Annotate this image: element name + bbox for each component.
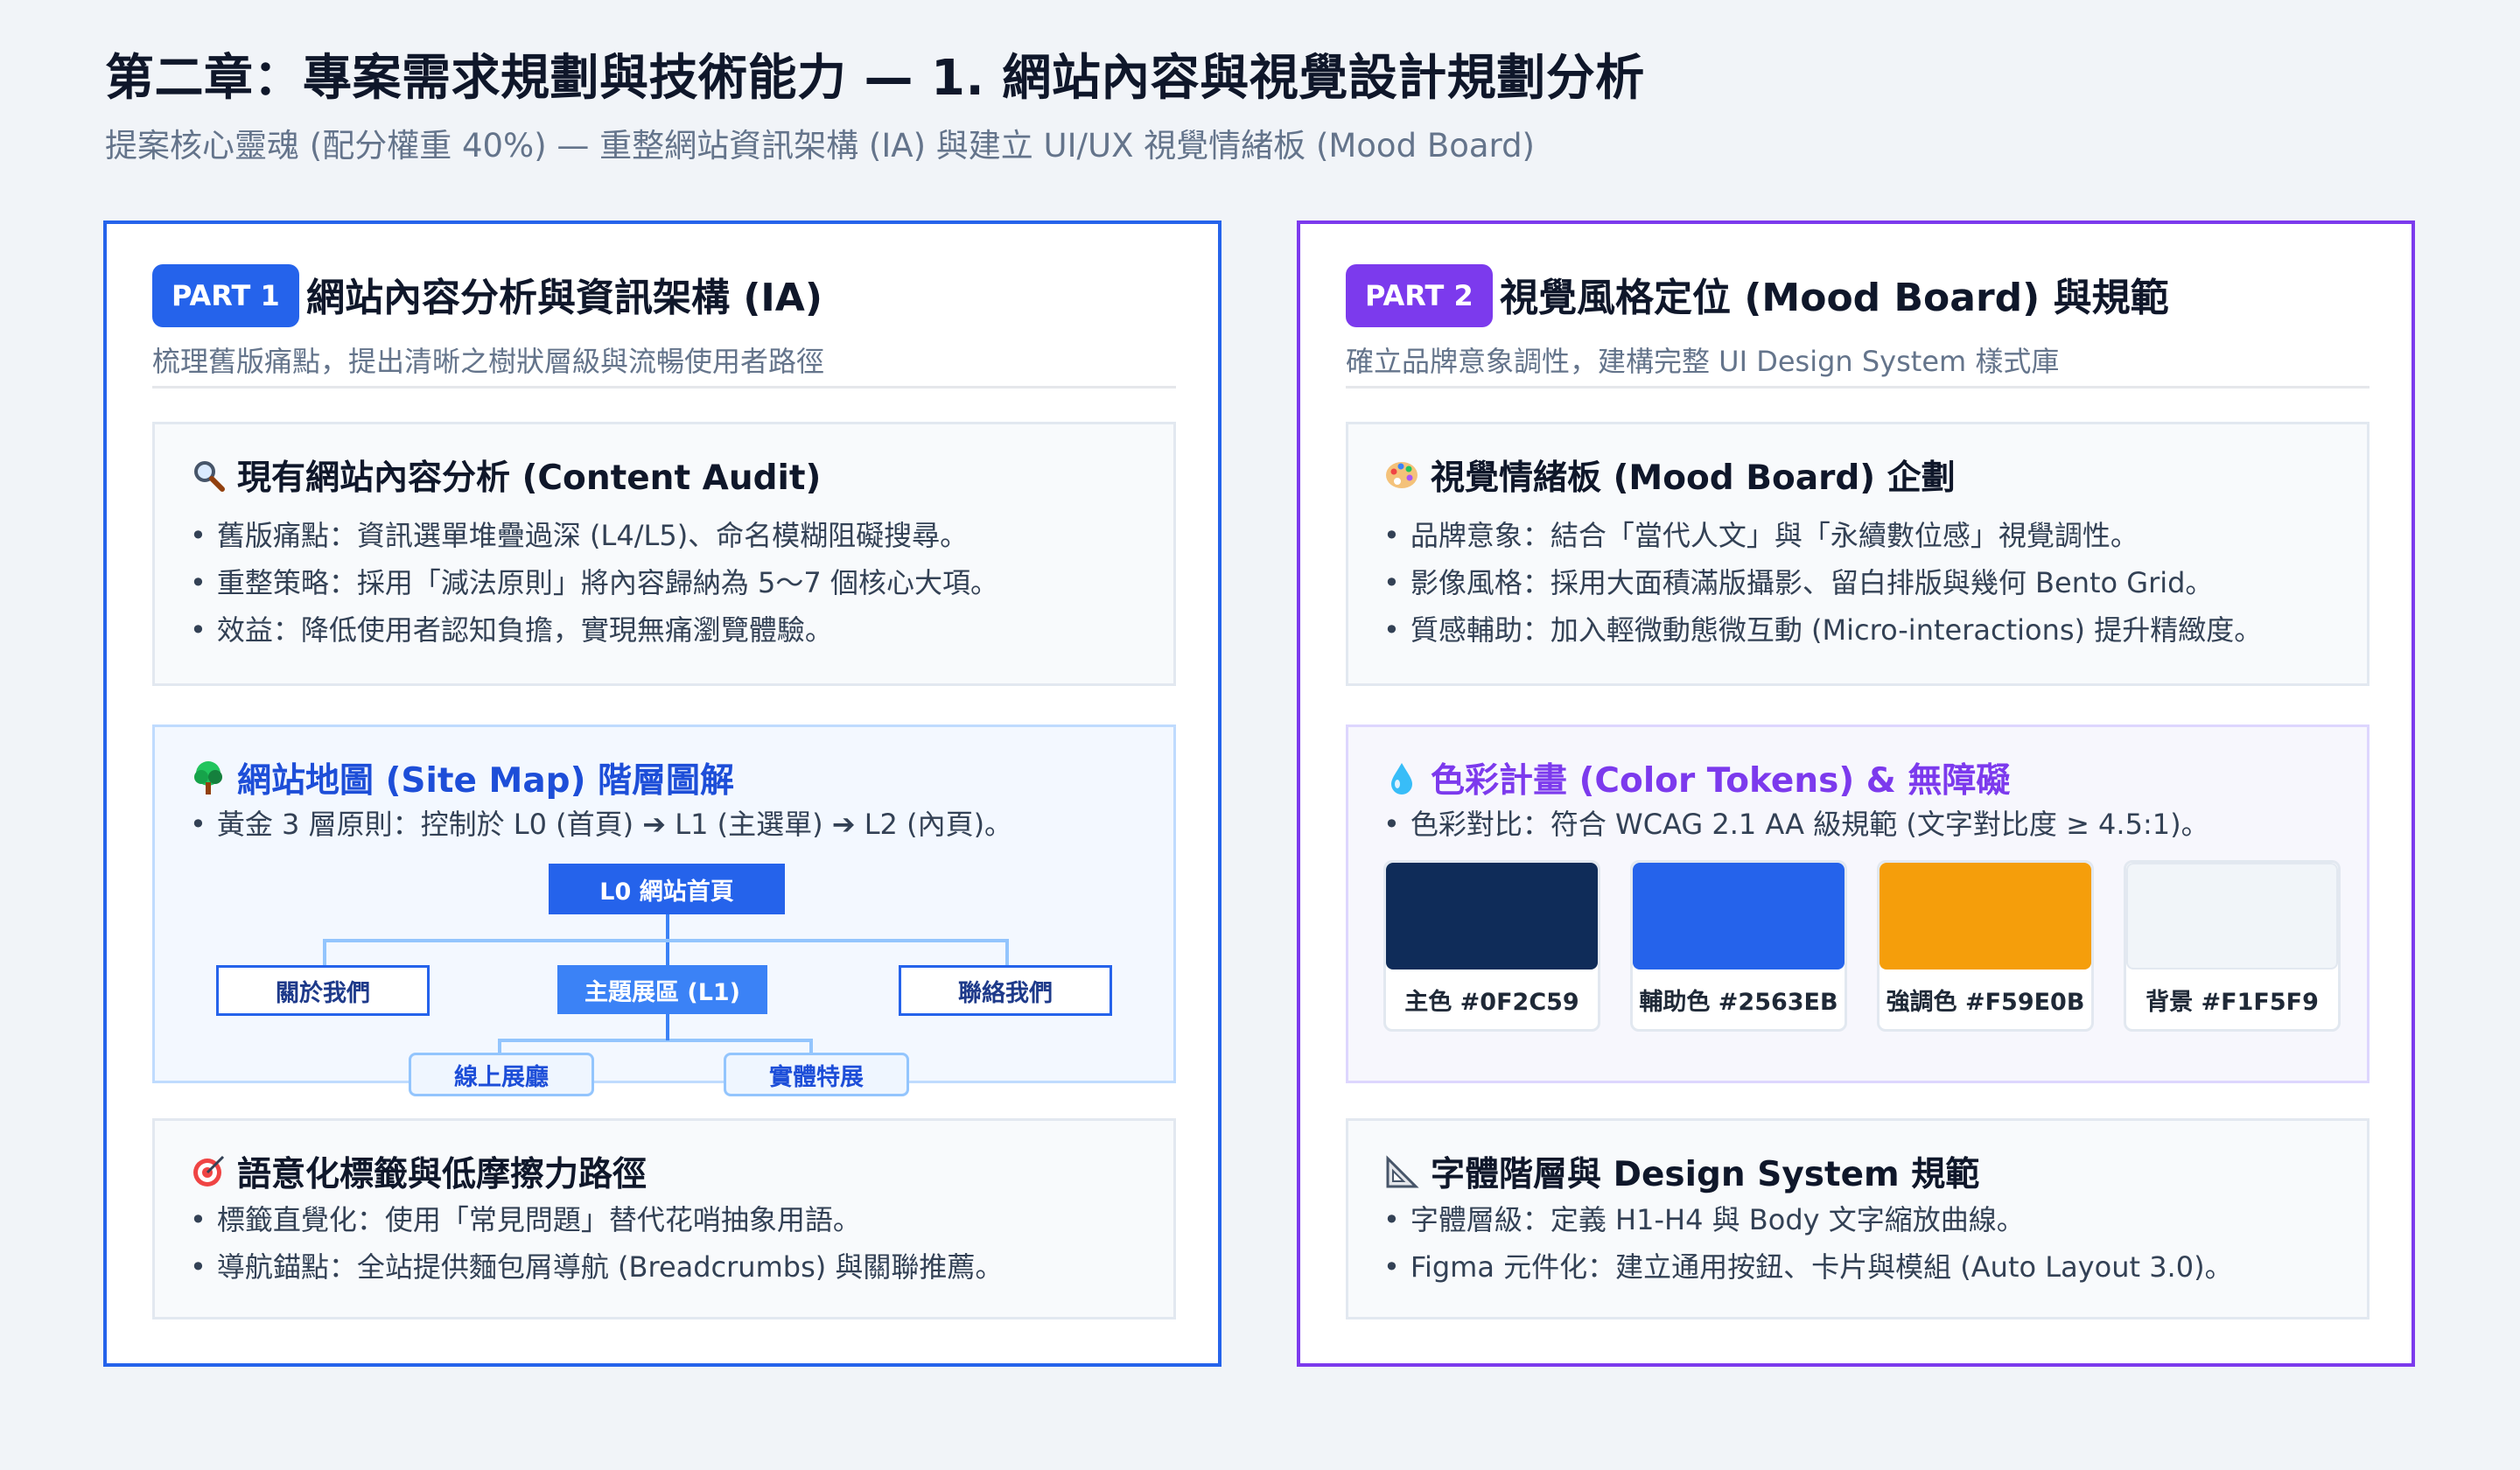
list-item: 重整策略：採用「減法原則」將內容歸納為 5～7 個核心大項。 — [190, 559, 998, 606]
part2-panel: PART 2 視覺風格定位 (Mood Board) 與規範 確立品牌意象調性，… — [1297, 220, 2415, 1367]
connector-l2-bar — [498, 1039, 813, 1042]
list-item: 舊版痛點：資訊選單堆疊過深 (L4/L5)、命名模糊阻礙搜尋。 — [190, 512, 998, 559]
swatch-accent-label: 強調色 #F59E0B — [1886, 988, 2085, 1016]
moodboard-heading: 視覺情緒板 (Mood Board) 企劃 — [1383, 451, 1956, 500]
triangle-ruler-icon — [1383, 1153, 1420, 1190]
moodboard-title: 視覺情緒板 (Mood Board) 企劃 — [1431, 458, 1956, 498]
typography-list: 字體層級：定義 H1-H4 與 Body 文字縮放曲線。 Figma 元件化：建… — [1383, 1196, 2233, 1291]
swatch-primary-label: 主色 #0F2C59 — [1404, 988, 1579, 1016]
semantic-path-title: 語意化標籤與低摩擦力路徑 — [237, 1155, 648, 1194]
part1-panel: PART 1 網站內容分析與資訊架構 (IA) 梳理舊版痛點，提出清晰之樹狀層級… — [103, 220, 1222, 1367]
swatch-background-color — [2126, 863, 2338, 970]
page: 第二章：專案需求規劃與技術能力 — 1. 網站內容與視覺設計規劃分析 提案核心靈… — [0, 0, 2520, 1470]
connector-l1-to-l2 — [666, 1012, 669, 1040]
droplet-icon — [1383, 760, 1420, 796]
color-tokens-list: 色彩對比：符合 WCAG 2.1 AA 級規範 (文字對比度 ≥ 4.5:1)。 — [1383, 801, 2209, 848]
sitemap-node-physical: 實體特展 — [724, 1053, 909, 1096]
sitemap-card: 網站地圖 (Site Map) 階層圖解 黃金 3 層原則：控制於 L0 (首頁… — [152, 724, 1179, 1096]
content-audit-heading: 現有網站內容分析 (Content Audit) — [190, 451, 821, 500]
target-icon — [190, 1153, 227, 1190]
typography-heading: 字體階層與 Design System 規範 — [1383, 1147, 1979, 1196]
list-item: 品牌意象：結合「當代人文」與「永續數位感」視覺調性。 — [1383, 512, 2262, 559]
part2-header: PART 2 視覺風格定位 (Mood Board) 與規範 確立品牌意象調性，… — [1346, 264, 2370, 388]
list-item: 字體層級：定義 H1-H4 與 Body 文字縮放曲線。 — [1383, 1196, 2233, 1243]
typography-title: 字體階層與 Design System 規範 — [1431, 1155, 1980, 1194]
list-item: 導航錨點：全站提供麵包屑導航 (Breadcrumbs) 與關聯推薦。 — [190, 1243, 1004, 1291]
part1-badge: PART 1 — [152, 264, 299, 327]
swatch-accent: 強調色 #F59E0B — [1877, 860, 2094, 1032]
palette-icon — [1383, 457, 1420, 494]
moodboard-list: 品牌意象：結合「當代人文」與「永續數位感」視覺調性。 影像風格：採用大面積滿版攝… — [1383, 512, 2262, 654]
swatch-accent-color — [1880, 863, 2091, 970]
moodboard-card: 視覺情緒板 (Mood Board) 企劃 品牌意象：結合「當代人文」與「永續數… — [1346, 422, 2370, 686]
sitemap-node-about: 關於我們 — [216, 965, 430, 1016]
semantic-path-heading: 語意化標籤與低摩擦力路徑 — [190, 1147, 647, 1196]
swatch-secondary: 輔助色 #2563EB — [1630, 860, 1847, 1032]
swatch-secondary-color — [1633, 863, 1844, 970]
typography-card: 字體階層與 Design System 規範 字體層級：定義 H1-H4 與 B… — [1346, 1118, 2370, 1320]
list-item: 標籤直覺化：使用「常見問題」替代花哨抽象用語。 — [190, 1196, 1003, 1243]
page-title: 第二章：專案需求規劃與技術能力 — 1. 網站內容與視覺設計規劃分析 — [105, 50, 1645, 107]
part2-title: 視覺風格定位 (Mood Board) 與規範 — [1500, 276, 2169, 320]
part1-title: 網站內容分析與資訊架構 (IA) — [306, 276, 822, 320]
swatch-secondary-label: 輔助色 #2563EB — [1639, 988, 1838, 1016]
swatch-background-label: 背景 #F1F5F9 — [2146, 988, 2319, 1016]
page-subtitle: 提案核心靈魂 (配分權重 40%) — 重整網站資訊架構 (IA) 與建立 UI… — [105, 127, 1535, 164]
magnifier-icon — [190, 457, 227, 494]
list-item: 質感輔助：加入輕微動態微互動 (Micro-interactions) 提升精緻… — [1383, 606, 2262, 654]
swatch-primary-color — [1386, 863, 1598, 970]
swatch-primary: 主色 #0F2C59 — [1383, 860, 1600, 1032]
sitemap-node-contact: 聯絡我們 — [899, 965, 1112, 1016]
list-item: Figma 元件化：建立通用按鈕、卡片與模組 (Auto Layout 3.0)… — [1383, 1243, 2233, 1291]
sitemap-diagram: L0 網站首頁 關於我們 主題展區 (L1) 聯絡我們 線上展廳 實體特展 — [155, 727, 1179, 1096]
sitemap-node-online: 線上展廳 — [409, 1053, 594, 1096]
color-tokens-heading: 色彩計畫 (Color Tokens) & 無障礙 — [1383, 753, 2010, 802]
color-tokens-title: 色彩計畫 (Color Tokens) & 無障礙 — [1431, 761, 2011, 801]
semantic-path-card: 語意化標籤與低摩擦力路徑 標籤直覺化：使用「常見問題」替代花哨抽象用語。 導航錨… — [152, 1118, 1176, 1320]
sitemap-node-root: L0 網站首頁 — [549, 864, 785, 914]
connector-l1-bar — [323, 939, 1009, 942]
content-audit-card: 現有網站內容分析 (Content Audit) 舊版痛點：資訊選單堆疊過深 (… — [152, 422, 1176, 686]
part1-header: PART 1 網站內容分析與資訊架構 (IA) 梳理舊版痛點，提出清晰之樹狀層級… — [152, 264, 1176, 388]
color-tokens-card: 色彩計畫 (Color Tokens) & 無障礙 色彩對比：符合 WCAG 2… — [1346, 724, 2370, 1083]
part2-badge: PART 2 — [1346, 264, 1493, 327]
swatch-background: 背景 #F1F5F9 — [2124, 860, 2341, 1032]
list-item: 影像風格：採用大面積滿版攝影、留白排版與幾何 Bento Grid。 — [1383, 559, 2262, 606]
list-item: 效益：降低使用者認知負擔，實現無痛瀏覽體驗。 — [190, 606, 998, 654]
content-audit-list: 舊版痛點：資訊選單堆疊過深 (L4/L5)、命名模糊阻礙搜尋。 重整策略：採用「… — [190, 512, 998, 654]
sitemap-node-theme: 主題展區 (L1) — [557, 965, 767, 1014]
part1-description: 梳理舊版痛點，提出清晰之樹狀層級與流暢使用者路徑 — [152, 345, 825, 378]
content-audit-title: 現有網站內容分析 (Content Audit) — [237, 458, 822, 498]
part2-description: 確立品牌意象調性，建構完整 UI Design System 樣式庫 — [1346, 345, 2060, 378]
list-item: 色彩對比：符合 WCAG 2.1 AA 級規範 (文字對比度 ≥ 4.5:1)。 — [1383, 801, 2209, 848]
semantic-path-list: 標籤直覺化：使用「常見問題」替代花哨抽象用語。 導航錨點：全站提供麵包屑導航 (… — [190, 1196, 1004, 1291]
